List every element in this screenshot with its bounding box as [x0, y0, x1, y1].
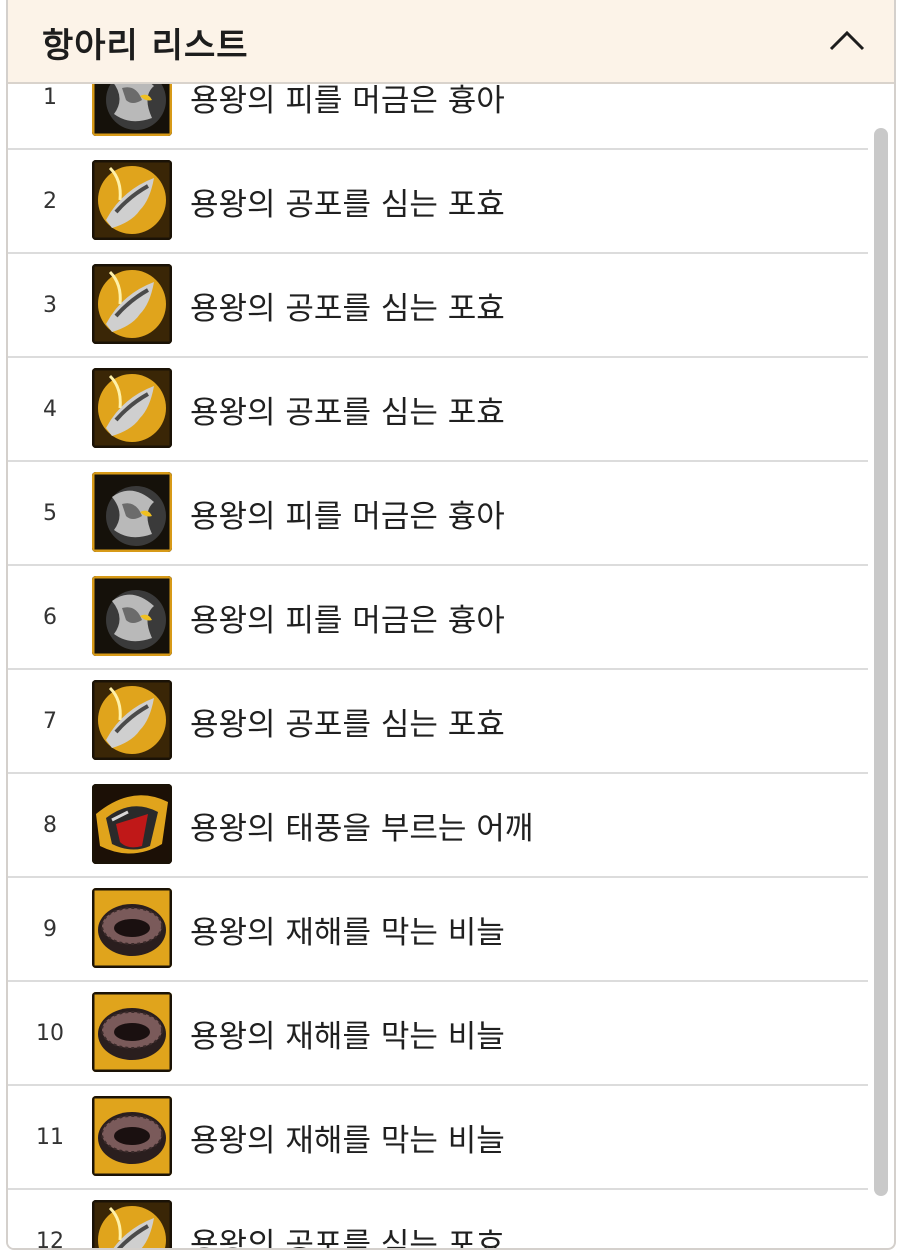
list-header: 항아리 리스트 — [8, 0, 894, 84]
roar-icon — [92, 264, 172, 344]
list-item[interactable]: 6 용왕의 피를 머금은 흉아 — [8, 566, 868, 670]
scale-icon — [92, 992, 172, 1072]
item-index: 11 — [36, 1124, 64, 1150]
list-item[interactable]: 5 용왕의 피를 머금은 흉아 — [8, 462, 868, 566]
list-item[interactable]: 9 용왕의 재해를 막는 비늘 — [8, 878, 868, 982]
list-item[interactable]: 11 용왕의 재해를 막는 비늘 — [8, 1086, 868, 1190]
item-name: 용왕의 피를 머금은 흉아 — [190, 498, 505, 535]
item-name: 용왕의 태풍을 부르는 어깨 — [190, 810, 534, 847]
item-index: 7 — [43, 708, 57, 734]
item-index: 5 — [43, 500, 57, 526]
item-name: 용왕의 공포를 심는 포효 — [190, 706, 505, 743]
item-name: 용왕의 재해를 막는 비늘 — [190, 1122, 505, 1159]
item-index: 9 — [43, 916, 57, 942]
list-item[interactable]: 3 용왕의 공포를 심는 포효 — [8, 254, 868, 358]
item-index: 12 — [36, 1228, 64, 1250]
list-item[interactable]: 8 용왕의 태풍을 부르는 어깨 — [8, 774, 868, 878]
list-item[interactable]: 12 용왕의 공포를 심는 포효 — [8, 1190, 868, 1250]
item-name: 용왕의 피를 머금은 흉아 — [190, 602, 505, 639]
roar-icon — [92, 160, 172, 240]
item-index: 6 — [43, 604, 57, 630]
list-item[interactable]: 2 용왕의 공포를 심는 포효 — [8, 150, 868, 254]
item-name: 용왕의 공포를 심는 포효 — [190, 290, 505, 327]
item-name: 용왕의 재해를 막는 비늘 — [190, 914, 505, 951]
fang-icon — [92, 472, 172, 552]
collapse-button[interactable] — [822, 16, 872, 66]
item-index: 3 — [43, 292, 57, 318]
item-index: 4 — [43, 396, 57, 422]
list-item[interactable]: 4 용왕의 공포를 심는 포효 — [8, 358, 868, 462]
scale-icon — [92, 888, 172, 968]
header-title: 항아리 리스트 — [42, 26, 249, 66]
pot-list-panel: 1 용왕의 피를 머금은 흉아 2 용왕의 공포를 심는 포효 3 용왕의 공포… — [6, 0, 896, 1250]
item-name: 용왕의 재해를 막는 비늘 — [190, 1018, 505, 1055]
item-index: 8 — [43, 812, 57, 838]
item-index: 10 — [36, 1020, 64, 1046]
chevron-up-icon — [829, 30, 865, 51]
roar-icon — [92, 680, 172, 760]
list-item[interactable]: 7 용왕의 공포를 심는 포효 — [8, 670, 868, 774]
list-item[interactable]: 10 용왕의 재해를 막는 비늘 — [8, 982, 868, 1086]
item-name: 용왕의 공포를 심는 포효 — [190, 186, 505, 223]
item-name: 용왕의 공포를 심는 포효 — [190, 1226, 505, 1250]
item-name: 용왕의 공포를 심는 포효 — [190, 394, 505, 431]
scale-icon — [92, 1096, 172, 1176]
roar-icon — [92, 1200, 172, 1248]
shoulder-icon — [92, 784, 172, 864]
fang-icon — [92, 576, 172, 656]
scrollbar[interactable] — [874, 128, 888, 1196]
roar-icon — [92, 368, 172, 448]
item-index: 2 — [43, 188, 57, 214]
